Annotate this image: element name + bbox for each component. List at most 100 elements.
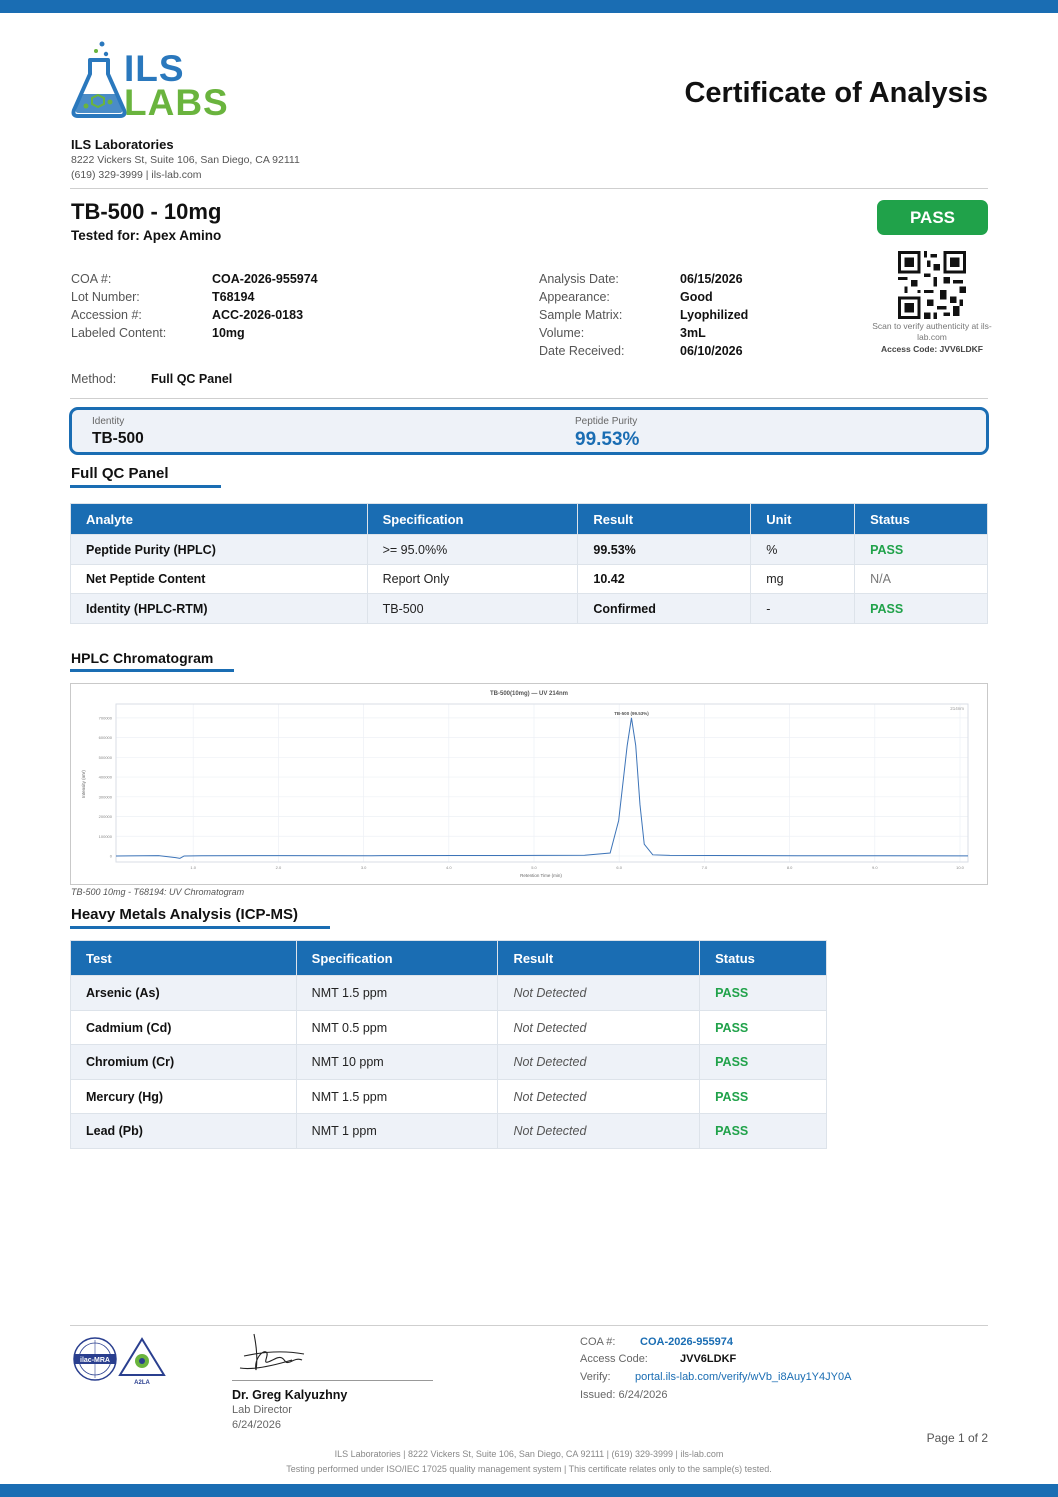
section-underline xyxy=(70,485,221,488)
purity-label: Peptide Purity xyxy=(575,416,638,427)
x-tick-label: 8.0 xyxy=(787,865,793,870)
column-header: Result xyxy=(577,503,752,535)
qr-access-code: Access Code: JVV6LDKF xyxy=(880,344,984,354)
status-cell: PASS xyxy=(699,975,827,1011)
status-cell: PASS xyxy=(699,1010,827,1045)
heavy-metals-table: Test Specification Result Status Arsenic… xyxy=(70,940,827,1149)
footer-coa-value: COA-2026-955974 xyxy=(640,1336,733,1348)
footer-coa-label: COA #: xyxy=(580,1336,616,1348)
method-label: Method: xyxy=(71,372,117,386)
page-number: Page 1 of 2 xyxy=(926,1431,988,1445)
status-cell: PASS xyxy=(699,1044,827,1080)
meta-coa-label: COA #: xyxy=(71,272,112,286)
meta-matrix-label: Sample Matrix: xyxy=(539,308,623,322)
chromatogram-chart: TB-500(10mg) — UV 214nm Retention Time (… xyxy=(70,683,988,885)
meta-matrix-value: Lyophilized xyxy=(680,308,749,322)
signature-date: 6/24/2026 xyxy=(232,1419,281,1431)
x-tick-label: 4.0 xyxy=(446,865,452,870)
logo-text-labs: LABS xyxy=(124,82,229,123)
lab-contact: (619) 329-3999 | ils-lab.com xyxy=(71,169,202,181)
chart-title: TB-500(10mg) — UV 214nm xyxy=(490,691,568,697)
table-row: Net Peptide Content Report Only 10.42 mg… xyxy=(70,564,988,594)
table-row: Lead (Pb) NMT 1 ppm Not Detected PASS xyxy=(70,1113,827,1149)
qr-code[interactable] xyxy=(898,251,966,319)
column-header: Result xyxy=(497,940,701,976)
table-cell: TB-500 xyxy=(366,593,579,624)
signer-name: Dr. Greg Kalyuzhny xyxy=(232,1388,348,1402)
column-header: Status xyxy=(854,503,988,535)
table-cell: Cadmium (Cd) xyxy=(70,1010,297,1045)
table-cell: Peptide Purity (HPLC) xyxy=(70,534,368,565)
table-row: Cadmium (Cd) NMT 0.5 ppm Not Detected PA… xyxy=(70,1010,827,1045)
meta-volume-value: 3mL xyxy=(680,326,706,340)
status-cell: PASS xyxy=(854,593,988,624)
table-cell: mg xyxy=(750,564,856,594)
table-cell: Not Detected xyxy=(497,1113,701,1149)
column-header: Analyte xyxy=(70,503,368,535)
table-row: Peptide Purity (HPLC) >= 95.0%% 99.53% %… xyxy=(70,534,988,565)
table-cell: Lead (Pb) xyxy=(70,1113,297,1149)
table-cell: Report Only xyxy=(366,564,579,594)
signature-line xyxy=(232,1380,433,1381)
y-tick-label: 200000 xyxy=(99,814,113,819)
table-cell: % xyxy=(750,534,856,565)
flask-icon xyxy=(71,41,127,118)
identity-label: Identity xyxy=(92,416,125,427)
legend-label: 214nm xyxy=(950,706,964,711)
meta-lot-value: T68194 xyxy=(212,290,255,304)
qc-panel-title: Full QC Panel xyxy=(71,465,169,482)
table-cell: Identity (HPLC-RTM) xyxy=(70,593,368,624)
accreditation-logos: ilac-MRA A2LA xyxy=(73,1337,166,1386)
ilac-mra-badge-icon: ilac-MRA xyxy=(73,1337,117,1381)
column-header: Specification xyxy=(366,503,579,535)
column-header: Specification xyxy=(295,940,499,976)
table-cell: NMT 1.5 ppm xyxy=(295,1079,499,1114)
meta-volume-label: Volume: xyxy=(539,326,585,340)
verify-link[interactable]: portal.ils-lab.com/verify/wVb_i8Auy1Y4JY… xyxy=(635,1371,851,1383)
plot-area xyxy=(115,703,969,863)
divider xyxy=(70,398,988,399)
y-tick-label: 300000 xyxy=(99,794,113,799)
purity-value: 99.53% xyxy=(575,429,640,450)
table-cell: - xyxy=(750,593,856,624)
table-header-row: Analyte Specification Result Unit Status xyxy=(70,503,988,535)
footer-access-value: JVV6LDKF xyxy=(680,1353,737,1365)
table-cell: Not Detected xyxy=(497,975,701,1011)
product-title: TB-500 - 10mg xyxy=(71,199,222,224)
x-tick-label: 10.0 xyxy=(956,865,965,870)
column-header: Test xyxy=(70,940,297,976)
meta-lot-label: Lot Number: xyxy=(71,290,140,304)
peak-label: TB-500 (99.53%) xyxy=(614,711,649,716)
table-row: Arsenic (As) NMT 1.5 ppm Not Detected PA… xyxy=(70,975,827,1011)
x-tick-label: 7.0 xyxy=(702,865,708,870)
a2la-badge-icon: A2LA xyxy=(118,1337,166,1386)
table-cell: Net Peptide Content xyxy=(70,564,368,594)
identity-value: TB-500 xyxy=(92,430,144,447)
table-row: Chromium (Cr) NMT 10 ppm Not Detected PA… xyxy=(70,1044,827,1080)
table-cell: NMT 0.5 ppm xyxy=(295,1010,499,1045)
summary-box: Identity TB-500 Peptide Purity 99.53% xyxy=(69,407,989,455)
y-tick-label: 100000 xyxy=(99,834,113,839)
status-cell: PASS xyxy=(699,1079,827,1114)
footer-verify-label: Verify: xyxy=(580,1371,611,1383)
x-axis-label: Retention Time (min) xyxy=(520,873,562,878)
meta-analysis-date-label: Analysis Date: xyxy=(539,272,619,286)
section-underline xyxy=(70,926,330,929)
footer-line-1: ILS Laboratories | 8222 Vickers St, Suit… xyxy=(334,1449,724,1459)
table-cell: NMT 1 ppm xyxy=(295,1113,499,1149)
x-tick-label: 5.0 xyxy=(531,865,537,870)
qc-panel-table: Analyte Specification Result Unit Status… xyxy=(70,503,988,624)
ils-labs-logo: ILS LABS xyxy=(70,40,235,123)
lab-name: ILS Laboratories xyxy=(71,137,174,152)
table-cell: Arsenic (As) xyxy=(70,975,297,1011)
status-cell: N/A xyxy=(854,564,988,594)
overall-pass-badge: PASS xyxy=(877,200,988,235)
chromatogram-series-line xyxy=(115,717,969,859)
table-cell: Confirmed xyxy=(577,593,752,624)
x-tick-label: 9.0 xyxy=(872,865,878,870)
meta-accession-label: Accession #: xyxy=(71,308,142,322)
meta-received-value: 06/10/2026 xyxy=(680,344,743,358)
y-tick-label: 400000 xyxy=(99,775,113,780)
y-tick-label: 0 xyxy=(110,854,113,859)
signer-role: Lab Director xyxy=(232,1404,292,1416)
